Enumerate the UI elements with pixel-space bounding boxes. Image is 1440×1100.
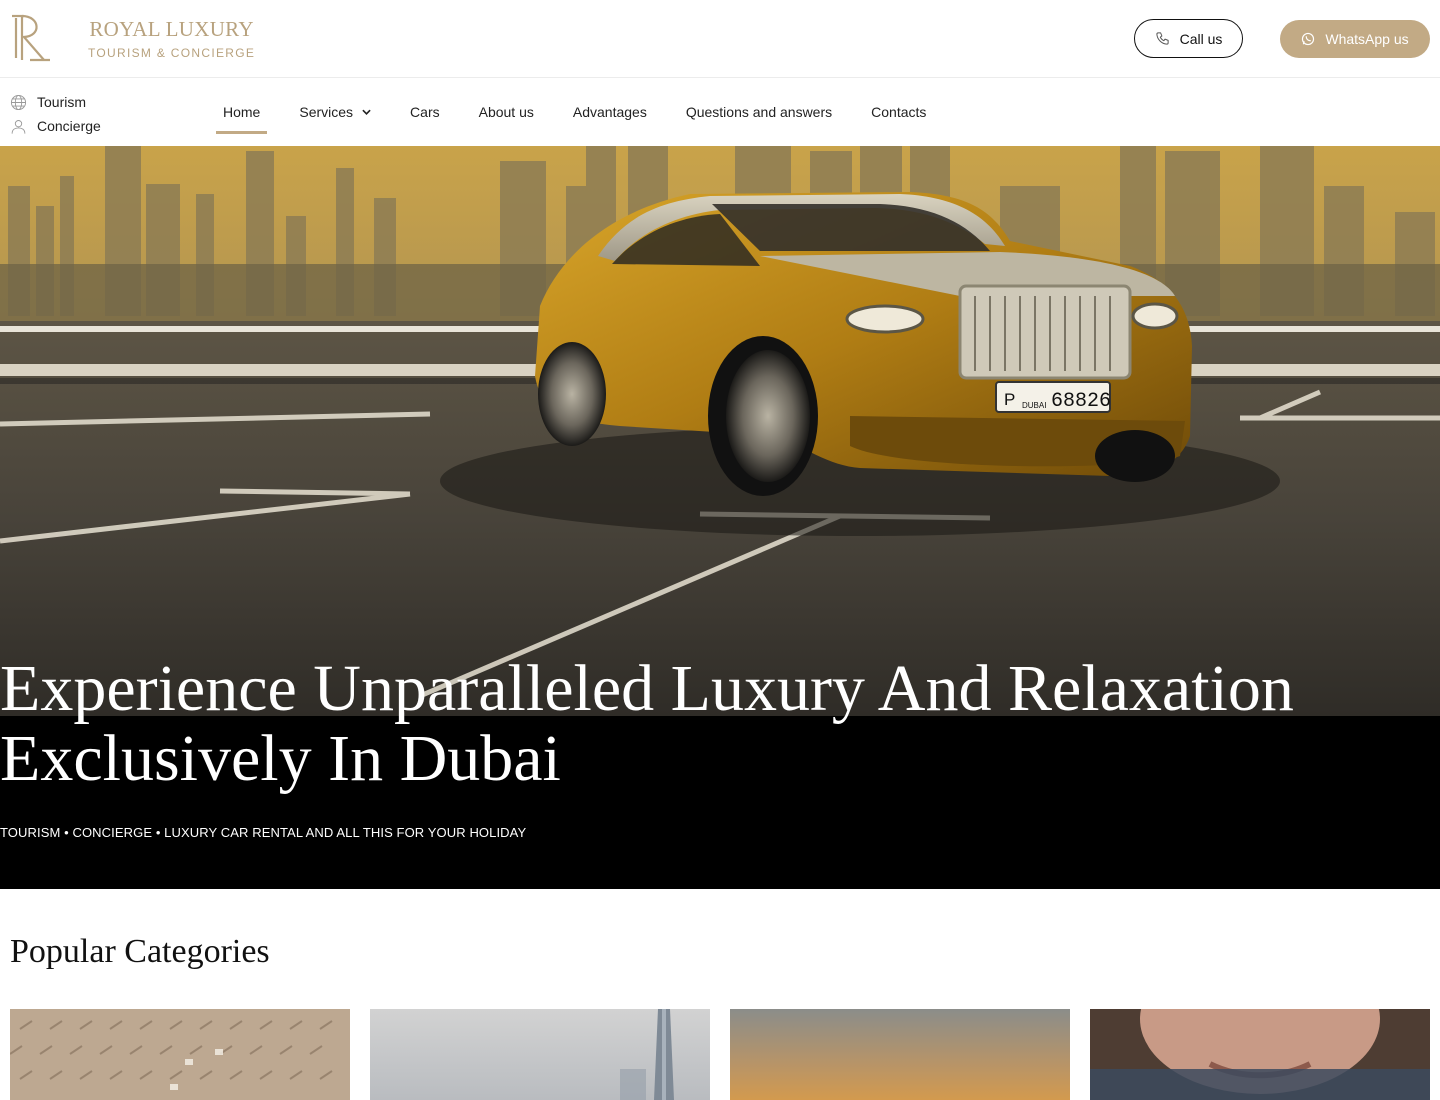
- plate-city: DUBAI: [1022, 401, 1046, 410]
- category-card-city[interactable]: [370, 1009, 710, 1100]
- call-us-label: Call us: [1179, 30, 1223, 47]
- nav-item-contacts-label: Contacts: [871, 104, 927, 120]
- side-link-tourism[interactable]: Tourism: [10, 90, 101, 114]
- side-link-concierge-label: Concierge: [37, 118, 101, 134]
- plate-letter: P: [1004, 390, 1015, 409]
- category-cards: [10, 1009, 1430, 1100]
- nav-item-contacts[interactable]: Contacts: [864, 78, 933, 146]
- chevron-down-icon: [362, 109, 371, 115]
- nav-item-services[interactable]: Services: [292, 78, 378, 146]
- category-card-image: [370, 1009, 710, 1100]
- side-links: Tourism Concierge: [10, 90, 101, 138]
- brand-logo[interactable]: ROYAL LUXURY TOURISM & CONCIERGE: [10, 12, 255, 64]
- whatsapp-icon: [1302, 32, 1315, 46]
- royal-luxury-monogram-icon: [12, 14, 50, 62]
- nav-item-cars[interactable]: Cars: [403, 78, 447, 146]
- nav-item-faq-label: Questions and answers: [685, 104, 833, 120]
- phone-icon: [1155, 32, 1169, 45]
- main-nav-menu: Home Services Cars About us Advantages Q…: [216, 78, 958, 146]
- nav-item-about-us[interactable]: About us: [472, 78, 541, 146]
- top-header: ROYAL LUXURY TOURISM & CONCIERGE Call us…: [0, 0, 1440, 78]
- category-card-architecture[interactable]: [10, 1009, 350, 1100]
- side-link-tourism-label: Tourism: [37, 94, 87, 110]
- globe-icon: [10, 94, 27, 110]
- nav-item-about-us-label: About us: [478, 104, 534, 120]
- brand-subtitle: TOURISM & CONCIERGE: [88, 46, 256, 60]
- call-us-button[interactable]: Call us: [1134, 19, 1243, 58]
- category-card-desert[interactable]: [730, 1009, 1070, 1100]
- nav-item-home[interactable]: Home: [216, 78, 268, 146]
- category-card-image: [1090, 1009, 1430, 1100]
- category-card-concierge[interactable]: [1090, 1009, 1430, 1100]
- nav-item-home-label: Home: [223, 104, 261, 120]
- hero-title-line2: Exclusively In Dubai: [0, 722, 561, 795]
- category-card-image: [10, 1009, 350, 1100]
- main-navigation-bar: Tourism Concierge Home Services Cars Abo…: [0, 78, 1440, 146]
- nav-item-advantages-label: Advantages: [572, 104, 647, 120]
- hero-subtitle: TOURISM • CONCIERGE • LUXURY CAR RENTAL …: [0, 825, 527, 840]
- category-card-image: [730, 1009, 1070, 1100]
- popular-categories-heading: Popular Categories: [10, 933, 270, 970]
- plate-number: 68826: [1051, 390, 1111, 413]
- user-icon: [11, 119, 26, 134]
- hero-title: Experience Unparalleled Luxury And Relax…: [0, 654, 1400, 794]
- hero-banner: P DUBAI 68826 Experience Unparalleled Lu…: [0, 146, 1440, 889]
- nav-item-cars-label: Cars: [410, 104, 440, 120]
- hero-car-photo: P DUBAI 68826: [0, 146, 1440, 716]
- hero-title-line1: Experience Unparalleled Luxury And Relax…: [0, 652, 1294, 725]
- whatsapp-button[interactable]: WhatsApp us: [1280, 20, 1430, 58]
- nav-item-faq[interactable]: Questions and answers: [679, 78, 839, 146]
- whatsapp-label: WhatsApp us: [1325, 31, 1409, 47]
- nav-item-advantages[interactable]: Advantages: [566, 78, 654, 146]
- side-link-concierge[interactable]: Concierge: [10, 114, 101, 138]
- brand-title: ROYAL LUXURY: [89, 17, 254, 41]
- nav-item-services-label: Services: [299, 104, 354, 120]
